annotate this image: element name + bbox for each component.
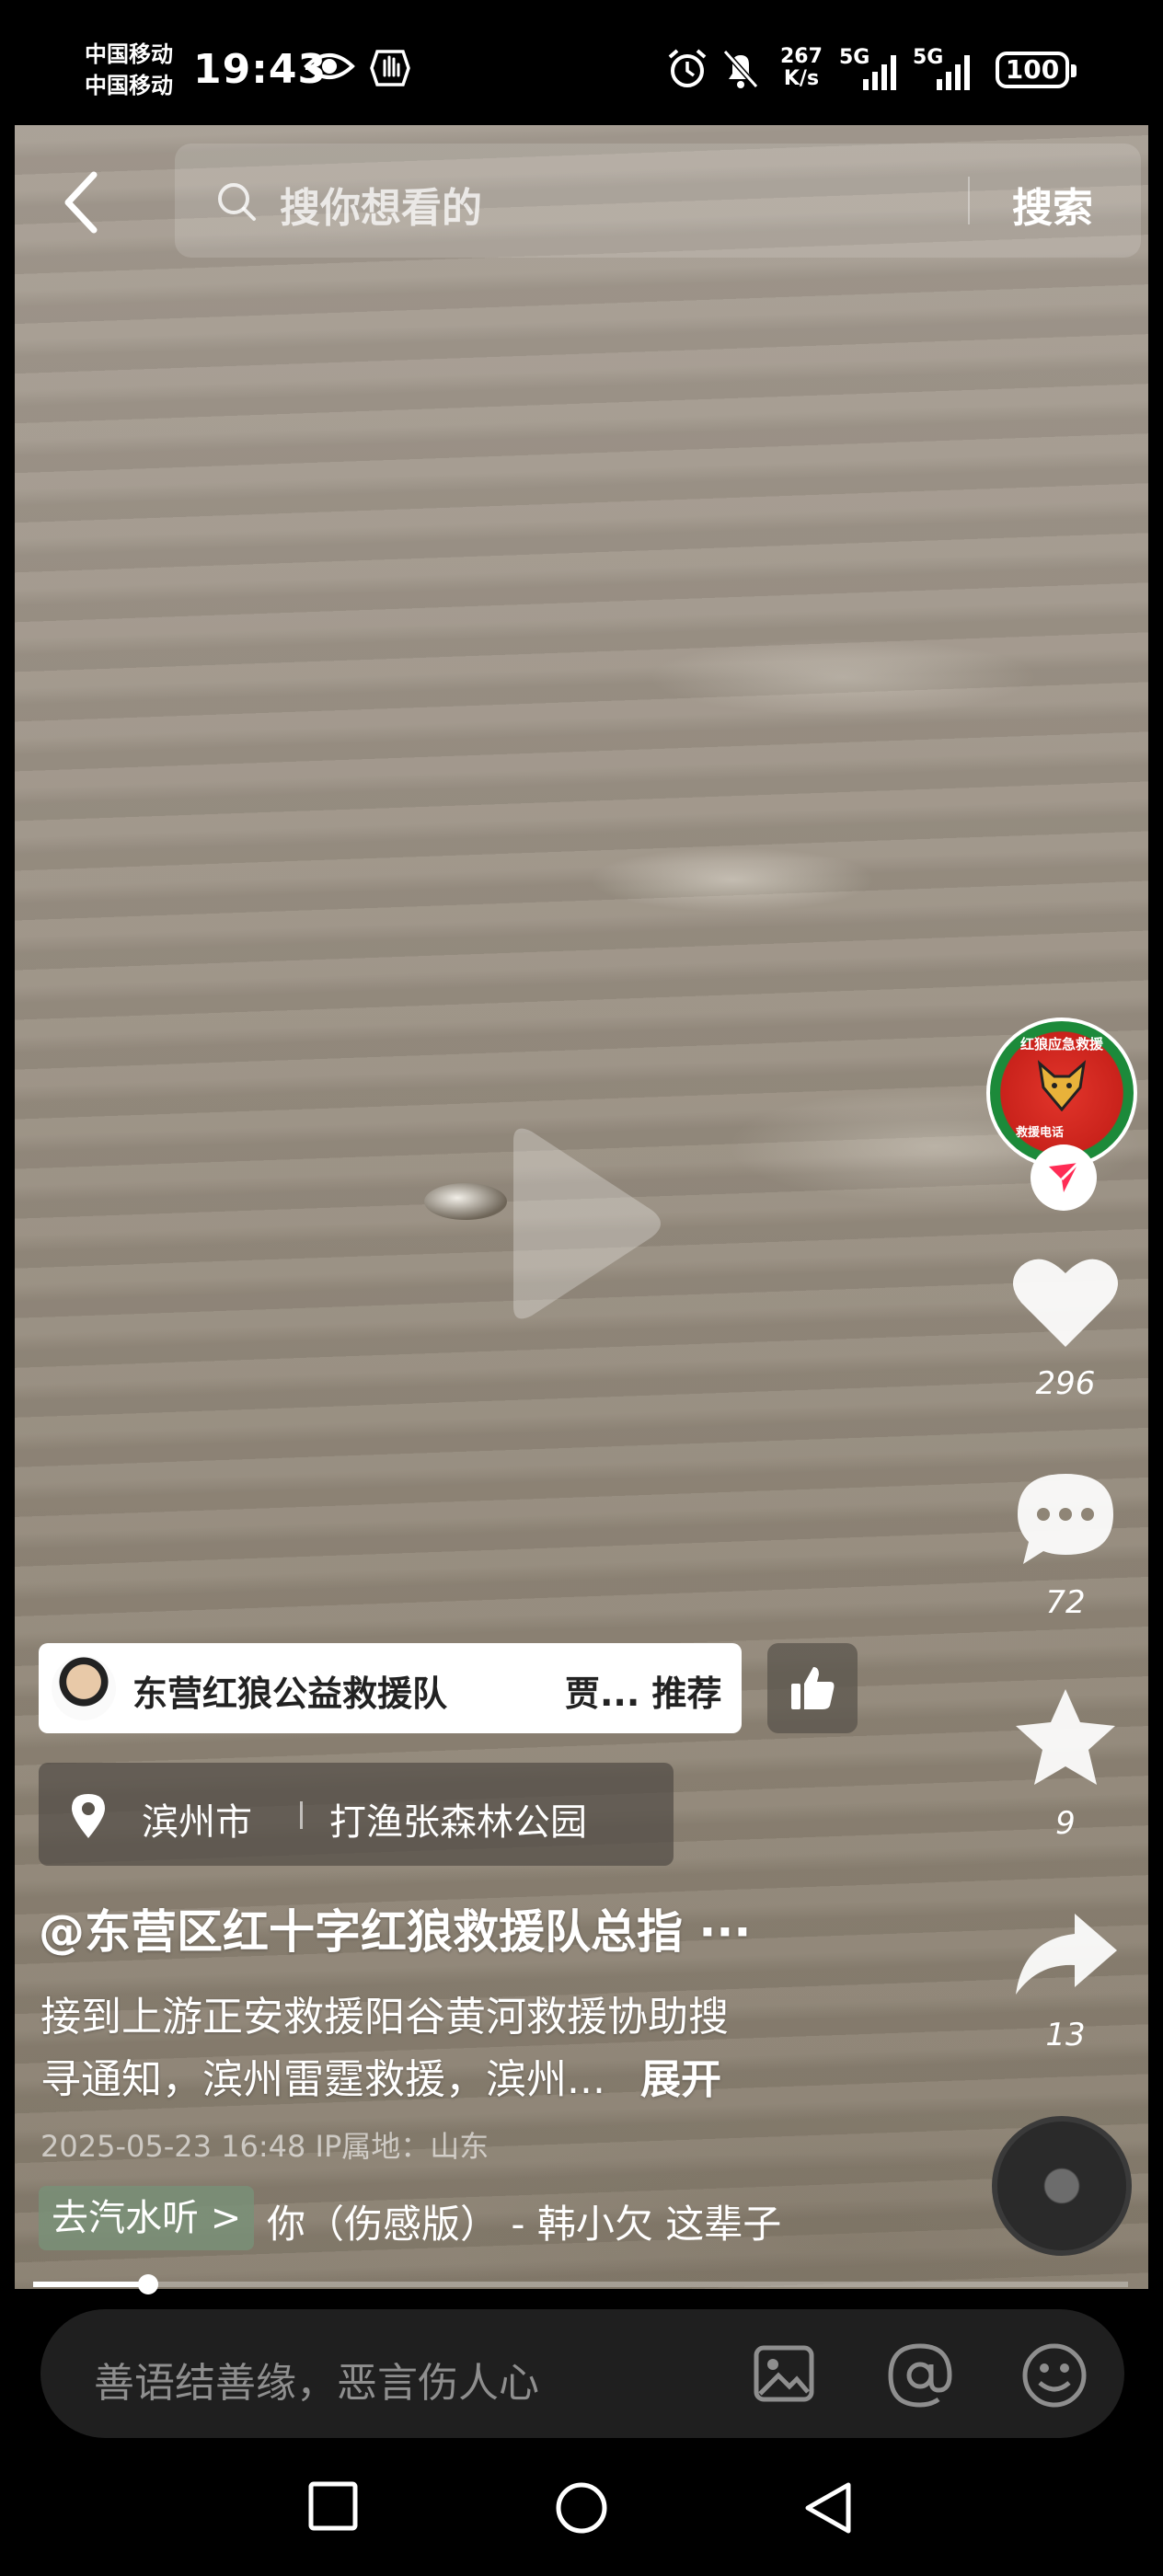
mute-bell-icon bbox=[722, 49, 759, 89]
recommender-label: 贾... 推荐 bbox=[565, 1673, 722, 1714]
progress-fill bbox=[33, 2282, 148, 2287]
share-icon[interactable] bbox=[1010, 1908, 1121, 2000]
net-speed-unit: K/s bbox=[783, 67, 820, 90]
recommend-account-card[interactable]: 东营红狼公益救援队 贾... 推荐 bbox=[39, 1643, 742, 1733]
hand-icon bbox=[370, 50, 410, 86]
search-icon bbox=[218, 183, 256, 221]
comment-input[interactable]: 善语结善缘，恶言伤人心 bbox=[94, 2350, 539, 2409]
star-icon[interactable] bbox=[1010, 1685, 1121, 1792]
thumbs-up-button[interactable] bbox=[767, 1643, 858, 1733]
home-circle-icon[interactable] bbox=[554, 2480, 609, 2536]
recommender-avatar[interactable] bbox=[52, 1656, 116, 1720]
status-bar: 中国移动 中国移动 19:43 267 K/s 5G 5G 100 bbox=[0, 0, 1163, 125]
video-title[interactable]: @东营区红十字红狼救援队总指 ··· bbox=[39, 1895, 751, 1961]
search-input[interactable]: 搜你想看的 bbox=[280, 175, 482, 234]
back-triangle-icon[interactable] bbox=[802, 2480, 854, 2536]
avatar-text-top: 红狼应急救援 bbox=[1019, 1036, 1103, 1052]
follow-arrow-icon bbox=[1049, 1161, 1080, 1192]
play-icon[interactable] bbox=[495, 1122, 670, 1325]
open-music-app-button[interactable]: 去汽水听 > bbox=[39, 2186, 255, 2250]
signal-icon bbox=[863, 55, 896, 90]
music-title[interactable]: 你（伤感版） - 韩小欠 这辈子 bbox=[267, 2193, 920, 2249]
net-speed: 267 K/s bbox=[780, 46, 823, 90]
like-count: 296 bbox=[1035, 1365, 1096, 1402]
comment-input-bar[interactable]: 善语结善缘，恶言伤人心 bbox=[40, 2309, 1124, 2438]
location-pin-icon bbox=[72, 1794, 105, 1838]
avatar-text-bottom: 救援电话 bbox=[1016, 1126, 1065, 1140]
back-arrow-icon[interactable] bbox=[55, 166, 110, 239]
comment-count: 72 bbox=[1045, 1584, 1086, 1621]
description-line-2-container: 寻通知，滨州雷霆救援，滨州... 展开 bbox=[40, 2046, 721, 2105]
description-line-2: 寻通知，滨州雷霆救援，滨州... bbox=[40, 2056, 605, 2103]
follow-button[interactable] bbox=[1031, 1144, 1097, 1211]
expand-link[interactable]: 展开 bbox=[640, 2056, 721, 2103]
system-nav-bar bbox=[0, 2447, 1163, 2576]
progress-handle[interactable] bbox=[137, 2274, 158, 2294]
eye-icon bbox=[304, 53, 355, 79]
search-bar[interactable]: 搜你想看的 搜索 bbox=[175, 144, 1141, 258]
recents-square-icon[interactable] bbox=[307, 2480, 359, 2532]
net-speed-value: 267 bbox=[780, 45, 823, 68]
description-line-1: 接到上游正安救援阳谷黄河救援协助搜 bbox=[40, 1994, 729, 2041]
comment-icon[interactable] bbox=[1010, 1468, 1121, 1570]
location-divider bbox=[300, 1801, 303, 1829]
location-city: 滨州市 bbox=[142, 1801, 252, 1844]
video-progress-bar[interactable] bbox=[33, 2274, 1128, 2294]
battery-icon: 100 bbox=[996, 52, 1077, 88]
location-tag[interactable]: 滨州市 打渔张森林公园 bbox=[39, 1763, 674, 1866]
music-disc[interactable] bbox=[992, 2116, 1132, 2256]
search-button[interactable]: 搜索 bbox=[1012, 175, 1093, 234]
heart-icon[interactable] bbox=[1010, 1251, 1121, 1352]
image-icon[interactable] bbox=[751, 2340, 817, 2407]
carrier-labels: 中国移动 中国移动 bbox=[85, 39, 173, 101]
post-meta: 2025-05-23 16:48 IP属地：山东 bbox=[40, 2129, 489, 2164]
alarm-icon bbox=[668, 49, 707, 87]
carrier-1: 中国移动 bbox=[85, 41, 173, 67]
signal-icon bbox=[937, 55, 970, 90]
emoji-icon[interactable] bbox=[1019, 2340, 1089, 2410]
carrier-2: 中国移动 bbox=[85, 73, 173, 98]
account-name[interactable]: 东营红狼公益救援队 bbox=[132, 1665, 447, 1716]
mention-icon[interactable] bbox=[885, 2340, 955, 2410]
share-count: 13 bbox=[1045, 2017, 1086, 2053]
location-place: 打渔张森林公园 bbox=[329, 1801, 587, 1844]
favorite-count: 9 bbox=[1055, 1805, 1076, 1842]
search-divider bbox=[968, 177, 970, 224]
wolf-logo-icon bbox=[1037, 1060, 1087, 1111]
thumbs-up-icon bbox=[791, 1667, 835, 1709]
